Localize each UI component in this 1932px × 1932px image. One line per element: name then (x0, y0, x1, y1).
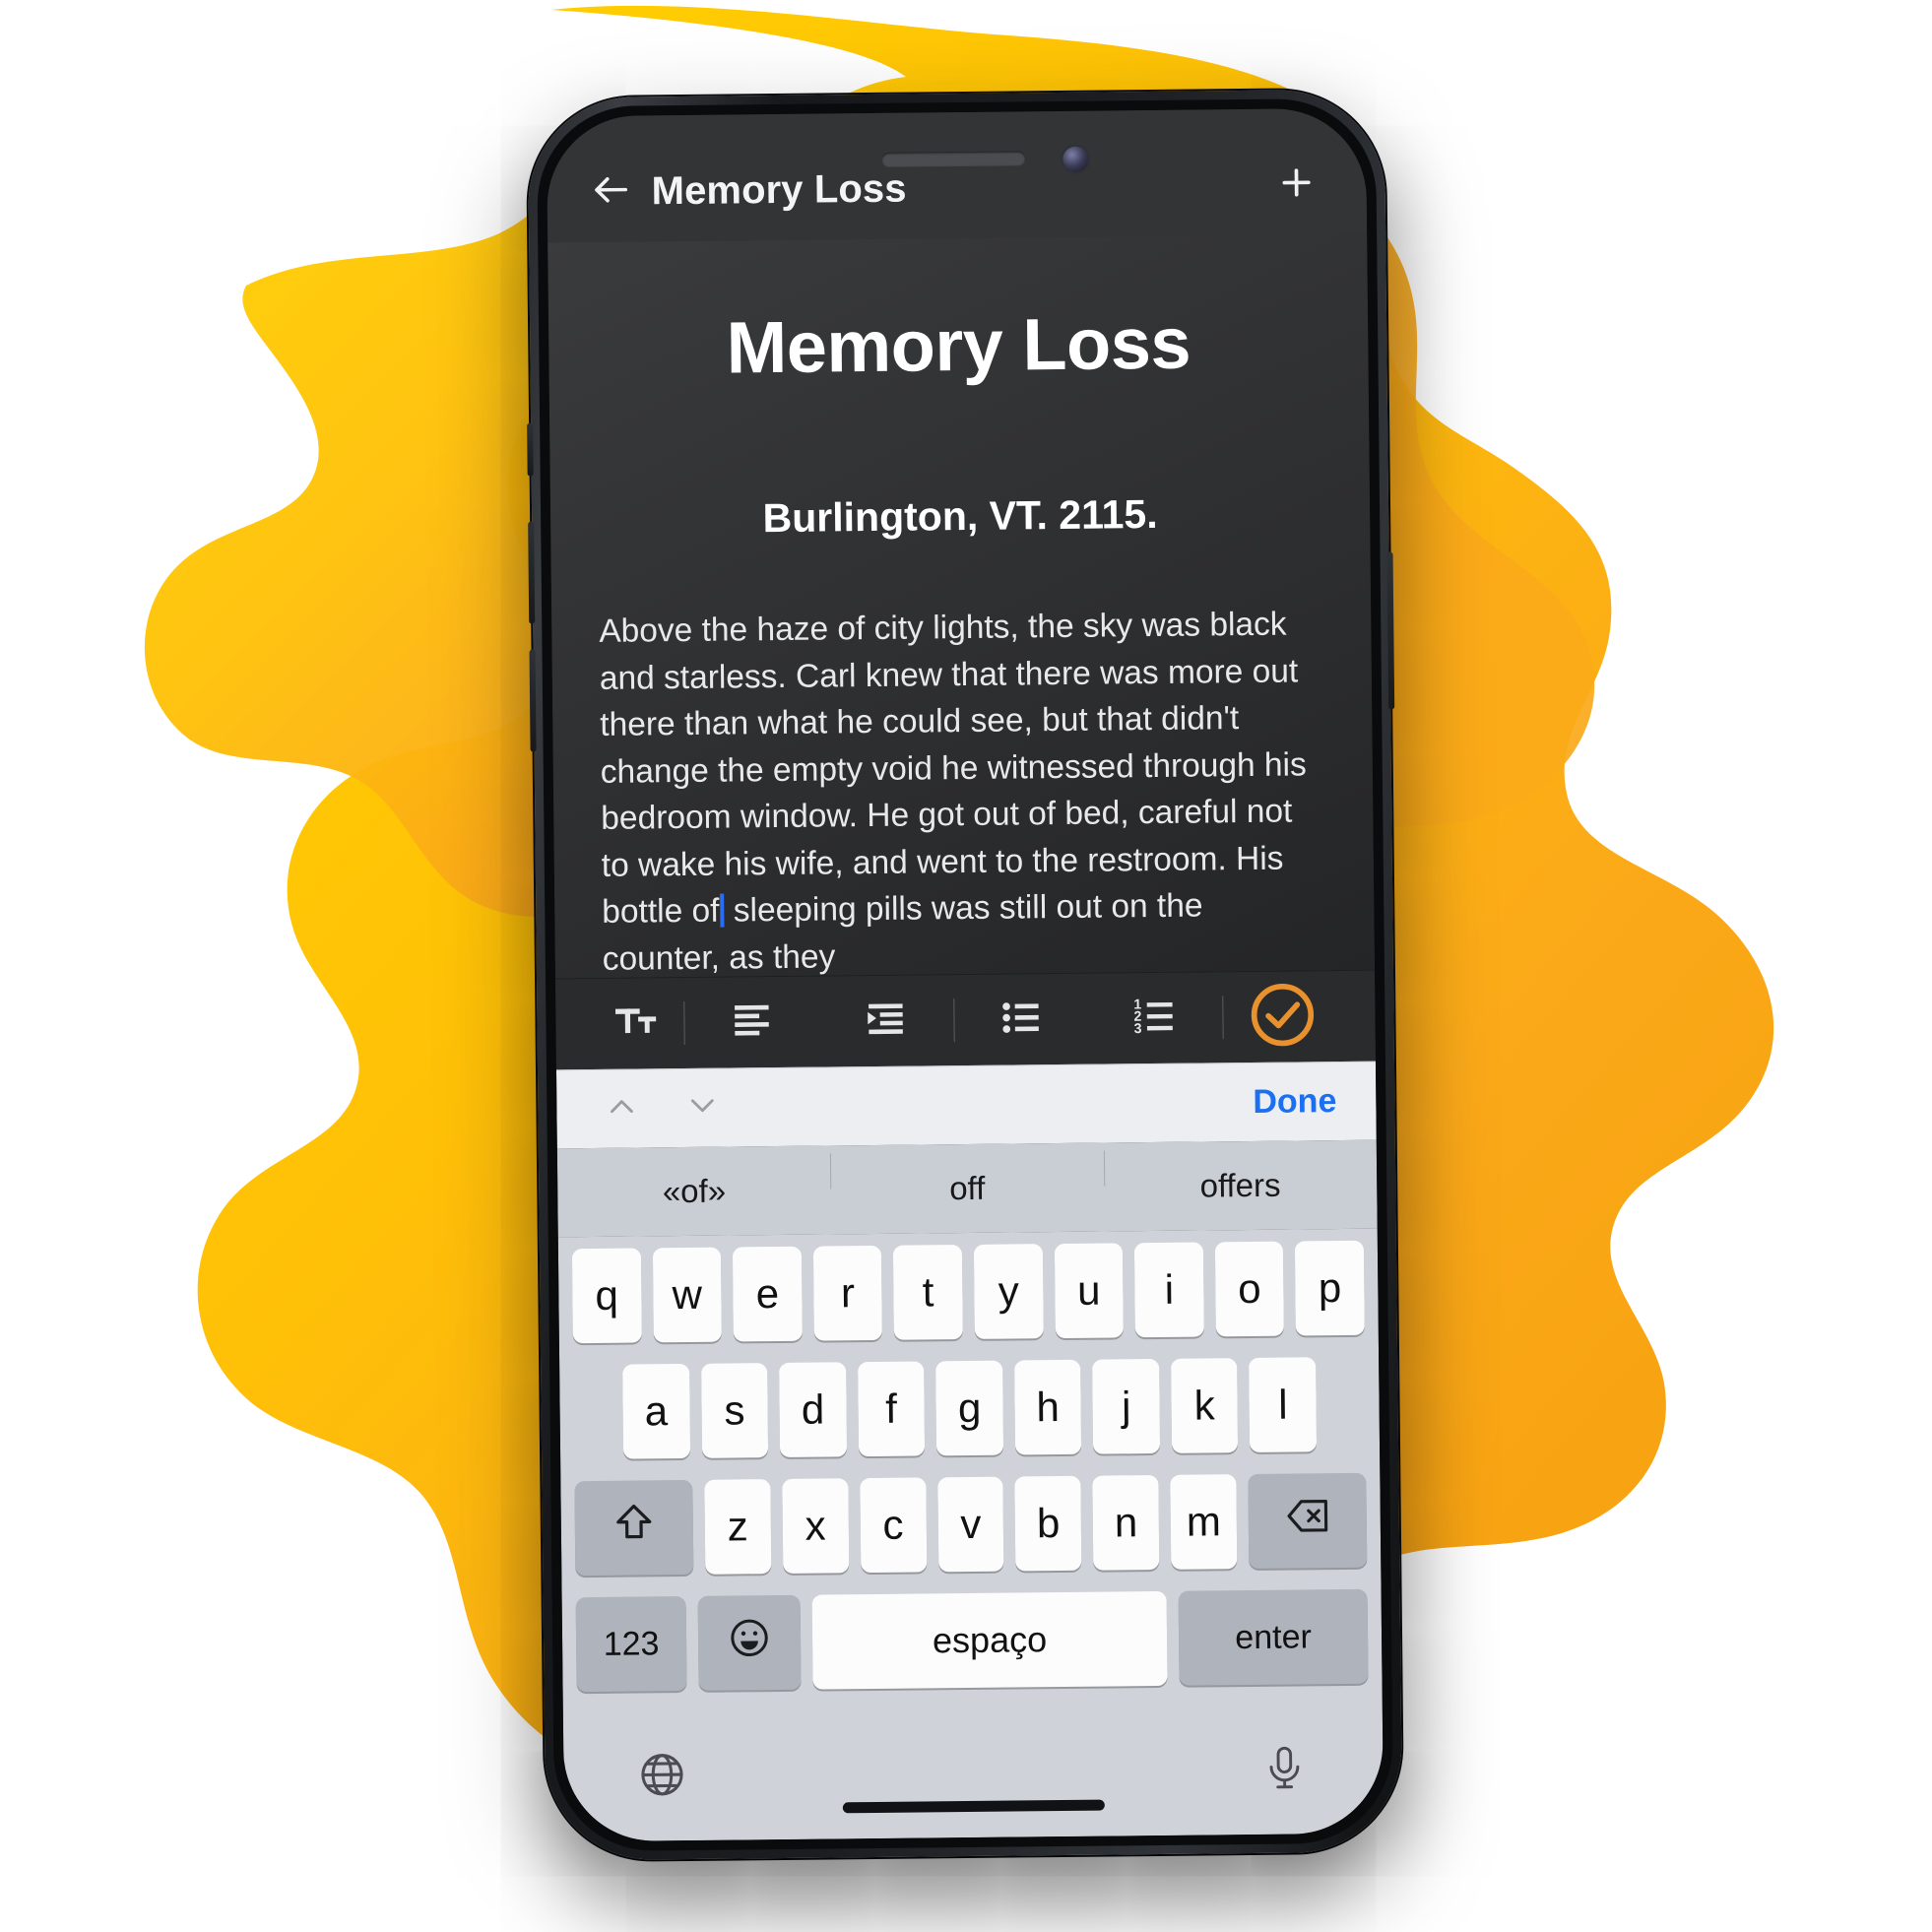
suggestion-item-1[interactable]: «of» (557, 1171, 831, 1211)
key-e[interactable]: e (733, 1246, 803, 1342)
key-y[interactable]: y (973, 1244, 1044, 1339)
enter-key[interactable]: enter (1178, 1588, 1369, 1686)
app-bar-title: Memory Loss (651, 166, 907, 213)
key-k[interactable]: k (1171, 1358, 1239, 1453)
key-t[interactable]: t (893, 1245, 963, 1340)
space-key[interactable]: espaço (811, 1590, 1168, 1690)
keyboard-bottom-bar (570, 1705, 1377, 1842)
numbered-list-button[interactable]: 1 2 3 (1088, 972, 1223, 1063)
key-j[interactable]: j (1092, 1358, 1161, 1454)
check-circle-icon (1247, 979, 1319, 1056)
key-x[interactable]: x (782, 1478, 850, 1574)
globe-key[interactable] (626, 1741, 698, 1813)
add-note-button[interactable] (1267, 156, 1325, 214)
note-body-text[interactable]: Above the haze of city lights, the sky w… (591, 601, 1335, 978)
key-i[interactable]: i (1134, 1242, 1204, 1338)
align-left-icon (729, 998, 775, 1048)
bulleted-list-button[interactable] (954, 974, 1089, 1065)
bulleted-list-icon (998, 995, 1045, 1045)
indent-button[interactable] (818, 975, 953, 1066)
app-bar-spacer (907, 185, 1268, 189)
note-editor[interactable]: Memory Loss Burlington, VT. 2115. Above … (547, 233, 1375, 979)
key-f[interactable]: f (857, 1361, 926, 1457)
text-format-button[interactable] (589, 978, 684, 1069)
keyboard-row-2: a s d f g h j k l (567, 1357, 1372, 1460)
volume-up-button[interactable] (528, 521, 536, 624)
suggestion-item-3[interactable]: offers (1104, 1166, 1378, 1206)
emoji-smiley-icon (726, 1614, 774, 1671)
numbers-key[interactable]: 123 (575, 1596, 687, 1693)
key-c[interactable]: c (860, 1477, 927, 1574)
key-b[interactable]: b (1014, 1475, 1082, 1572)
numbered-list-icon: 1 2 3 (1132, 993, 1179, 1043)
previous-field-button[interactable] (590, 1077, 654, 1141)
align-left-button[interactable] (684, 977, 819, 1068)
phone-screen: Memory Loss Memory Loss Burlington, VT. … (546, 107, 1385, 1842)
text-caret (720, 893, 725, 928)
home-indicator (842, 1799, 1105, 1814)
keyboard-row-3: z x c v b n m (568, 1472, 1373, 1577)
key-d[interactable]: d (779, 1362, 847, 1457)
key-v[interactable]: v (936, 1476, 1004, 1573)
key-s[interactable]: s (700, 1363, 769, 1458)
arrow-left-icon (589, 167, 633, 216)
keyboard-accessory-bar: Done (555, 1061, 1377, 1149)
backspace-key[interactable] (1248, 1472, 1368, 1570)
keyboard-done-button[interactable]: Done (1253, 1082, 1342, 1122)
chevron-up-icon (602, 1086, 641, 1130)
back-button[interactable] (582, 162, 640, 221)
dictation-key[interactable] (1249, 1734, 1320, 1806)
confirm-button[interactable] (1223, 971, 1342, 1063)
text-format-icon (613, 998, 660, 1049)
indent-icon (864, 996, 910, 1046)
autocorrect-suggestion-bar: «of» off offers (556, 1139, 1378, 1238)
shift-key[interactable] (574, 1479, 694, 1577)
key-u[interactable]: u (1054, 1243, 1125, 1339)
key-h[interactable]: h (1013, 1359, 1082, 1455)
format-toolbar: 1 2 3 (555, 969, 1376, 1070)
key-m[interactable]: m (1170, 1474, 1238, 1570)
chevron-down-icon (682, 1086, 722, 1130)
suggestion-item-2[interactable]: off (830, 1169, 1104, 1209)
note-title[interactable]: Memory Loss (588, 299, 1329, 391)
on-screen-keyboard: q w e r t y u i o p a s d f g h j k l z … (557, 1228, 1385, 1842)
microphone-icon (1258, 1742, 1311, 1799)
key-z[interactable]: z (704, 1479, 772, 1575)
globe-icon (635, 1747, 689, 1806)
key-w[interactable]: w (652, 1247, 723, 1343)
key-o[interactable]: o (1214, 1241, 1285, 1337)
keyboard-row-4: 123 espaço enter (570, 1588, 1375, 1693)
backspace-icon (1283, 1491, 1333, 1551)
svg-text:3: 3 (1133, 1020, 1141, 1036)
key-l[interactable]: l (1249, 1357, 1318, 1452)
key-g[interactable]: g (935, 1360, 1003, 1456)
key-p[interactable]: p (1295, 1240, 1365, 1336)
app-bar: Memory Loss (546, 107, 1368, 243)
key-a[interactable]: a (622, 1363, 690, 1459)
note-body-paragraph: Above the haze of city lights, the sky w… (599, 606, 1307, 932)
key-n[interactable]: n (1092, 1474, 1160, 1571)
plus-icon (1275, 161, 1317, 208)
key-r[interactable]: r (812, 1245, 883, 1341)
phone-device: Memory Loss Memory Loss Burlington, VT. … (527, 89, 1403, 1861)
mute-switch[interactable] (527, 422, 534, 477)
volume-down-button[interactable] (529, 649, 537, 752)
emoji-key[interactable] (697, 1594, 802, 1691)
note-subtitle[interactable]: Burlington, VT. 2115. (590, 489, 1330, 544)
key-q[interactable]: q (571, 1248, 642, 1344)
keyboard-row-1: q w e r t y u i o p (566, 1240, 1371, 1344)
shift-arrow-icon (611, 1499, 659, 1556)
next-field-button[interactable] (671, 1076, 735, 1140)
